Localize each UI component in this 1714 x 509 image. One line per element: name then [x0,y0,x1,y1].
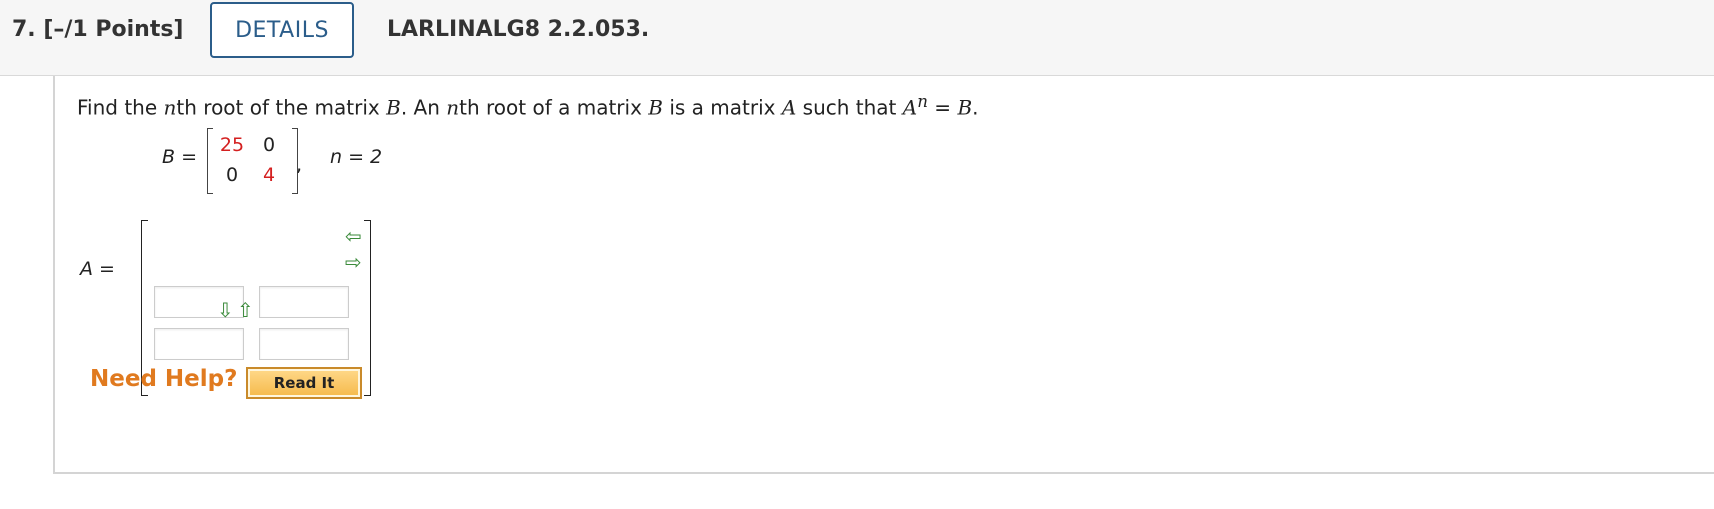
arrow-right-icon[interactable]: ⇨ [345,252,362,272]
question-panel: Find the nth root of the matrix B. An nt… [53,76,1714,474]
need-help-label: Need Help? [90,366,238,392]
matrix-b-label: B = [162,146,197,168]
matrix-b-cell: 0 [225,164,239,186]
matrix-a-entry-2-2[interactable] [259,328,349,360]
arrow-down-icon[interactable]: ⇩ [217,300,234,320]
matrix-b-cell: 4 [262,164,276,186]
question-header: 7. [–/1 Points] DETAILS LARLINALG8 2.2.0… [0,0,1714,76]
question-id: LARLINALG8 2.2.053. [387,17,650,42]
problem-statement: Find the nth root of the matrix B. An nt… [77,92,979,120]
matrix-a-label: A = [80,258,115,280]
arrow-up-icon[interactable]: ⇧ [237,300,254,320]
matrix-b-cell: 25 [219,134,245,156]
matrix-b-cell: 0 [262,134,276,156]
details-button[interactable]: DETAILS [210,2,354,58]
left-bracket [207,128,213,194]
matrix-b: 25 0 0 4 [207,128,298,194]
question-points: 7. [–/1 Points] [12,17,184,42]
matrix-a-entry-1-2[interactable] [259,286,349,318]
n-value: n = 2 [330,146,383,168]
comma: , [296,154,303,176]
right-bracket [364,220,371,396]
matrix-a-entry-2-1[interactable] [154,328,244,360]
arrow-left-icon[interactable]: ⇦ [345,226,362,246]
read-it-button[interactable]: Read It [246,367,362,399]
